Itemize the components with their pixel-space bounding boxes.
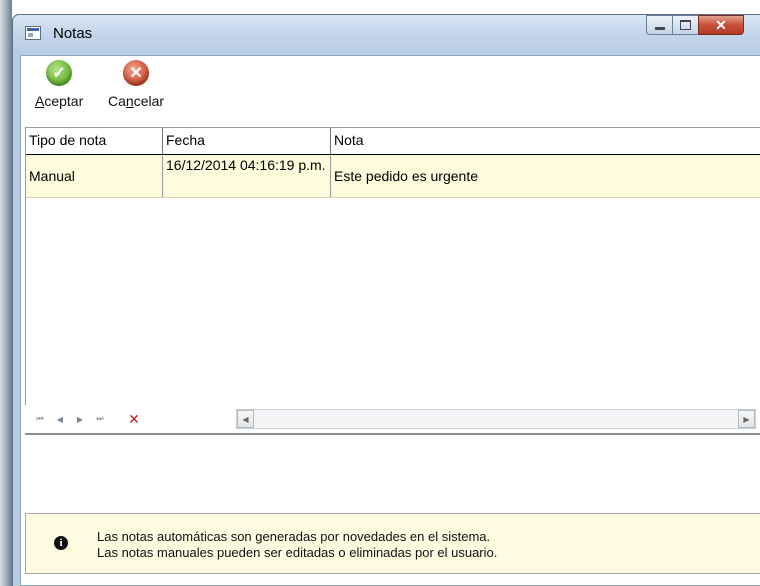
previous-record-icon[interactable]: ◀ xyxy=(51,410,69,428)
grid-navigator: ⏮ ◀ ▶ ⏭ ✕ ◀ ▶ xyxy=(25,405,760,433)
column-header-fecha[interactable]: Fecha xyxy=(163,128,331,154)
maximize-icon xyxy=(680,20,691,30)
cell-tipo[interactable]: Manual xyxy=(26,155,163,197)
info-line-2: Las notas manuales pueden ser editadas o… xyxy=(97,545,498,560)
window-app-icon xyxy=(25,26,41,40)
last-record-icon[interactable]: ⏭ xyxy=(91,410,109,428)
desktop-edge xyxy=(0,0,12,586)
next-record-icon[interactable]: ▶ xyxy=(71,410,89,428)
cancel-label: Cancelar xyxy=(108,93,165,109)
scroll-left-arrow-icon[interactable]: ◀ xyxy=(237,410,254,428)
table-row[interactable]: Manual 16/12/2014 04:16:19 p.m. Este ped… xyxy=(26,155,760,198)
info-text: Las notas automáticas son generadas por … xyxy=(97,529,497,561)
accept-button[interactable]: ✓ Aceptar xyxy=(35,60,83,109)
cell-fecha[interactable]: 16/12/2014 04:16:19 p.m. xyxy=(163,155,331,197)
notes-grid[interactable]: Tipo de nota Fecha Nota Manual 16/12/201… xyxy=(25,127,760,408)
checkmark-icon: ✓ xyxy=(46,60,73,86)
scroll-right-arrow-icon[interactable]: ▶ xyxy=(738,410,755,428)
grid-header: Tipo de nota Fecha Nota xyxy=(26,128,760,155)
window-title: Notas xyxy=(53,25,93,42)
title-bar[interactable]: Notas ✕ xyxy=(13,15,760,55)
accept-label: Aceptar xyxy=(35,93,84,109)
minimize-button[interactable] xyxy=(646,15,672,35)
minimize-icon xyxy=(654,26,665,30)
cell-nota[interactable]: Este pedido es urgente xyxy=(331,155,760,197)
info-panel: i Las notas automáticas son generadas po… xyxy=(25,513,760,574)
cancel-x-icon: ✕ xyxy=(123,60,150,86)
info-line-1: Las notas automáticas son generadas por … xyxy=(97,529,491,544)
window-controls: ✕ xyxy=(646,15,744,37)
toolbar: ✓ Aceptar ✕ Cancelar xyxy=(21,56,760,128)
horizontal-scrollbar[interactable]: ◀ ▶ xyxy=(236,409,756,429)
column-header-tipo[interactable]: Tipo de nota xyxy=(26,128,163,154)
delete-record-icon[interactable]: ✕ xyxy=(125,410,143,428)
window-client-area: ✓ Aceptar ✕ Cancelar Tipo de nota Fecha … xyxy=(20,55,760,586)
info-icon: i xyxy=(54,536,68,550)
close-button[interactable]: ✕ xyxy=(698,15,744,35)
first-record-icon[interactable]: ⏮ xyxy=(31,410,49,428)
close-icon: ✕ xyxy=(715,16,727,33)
notes-window: Notas ✕ ✓ Aceptar ✕ Cancelar Tipo de not… xyxy=(12,14,760,586)
maximize-button[interactable] xyxy=(672,15,698,35)
cancel-button[interactable]: ✕ Cancelar xyxy=(108,60,164,109)
column-header-nota[interactable]: Nota xyxy=(331,128,760,154)
